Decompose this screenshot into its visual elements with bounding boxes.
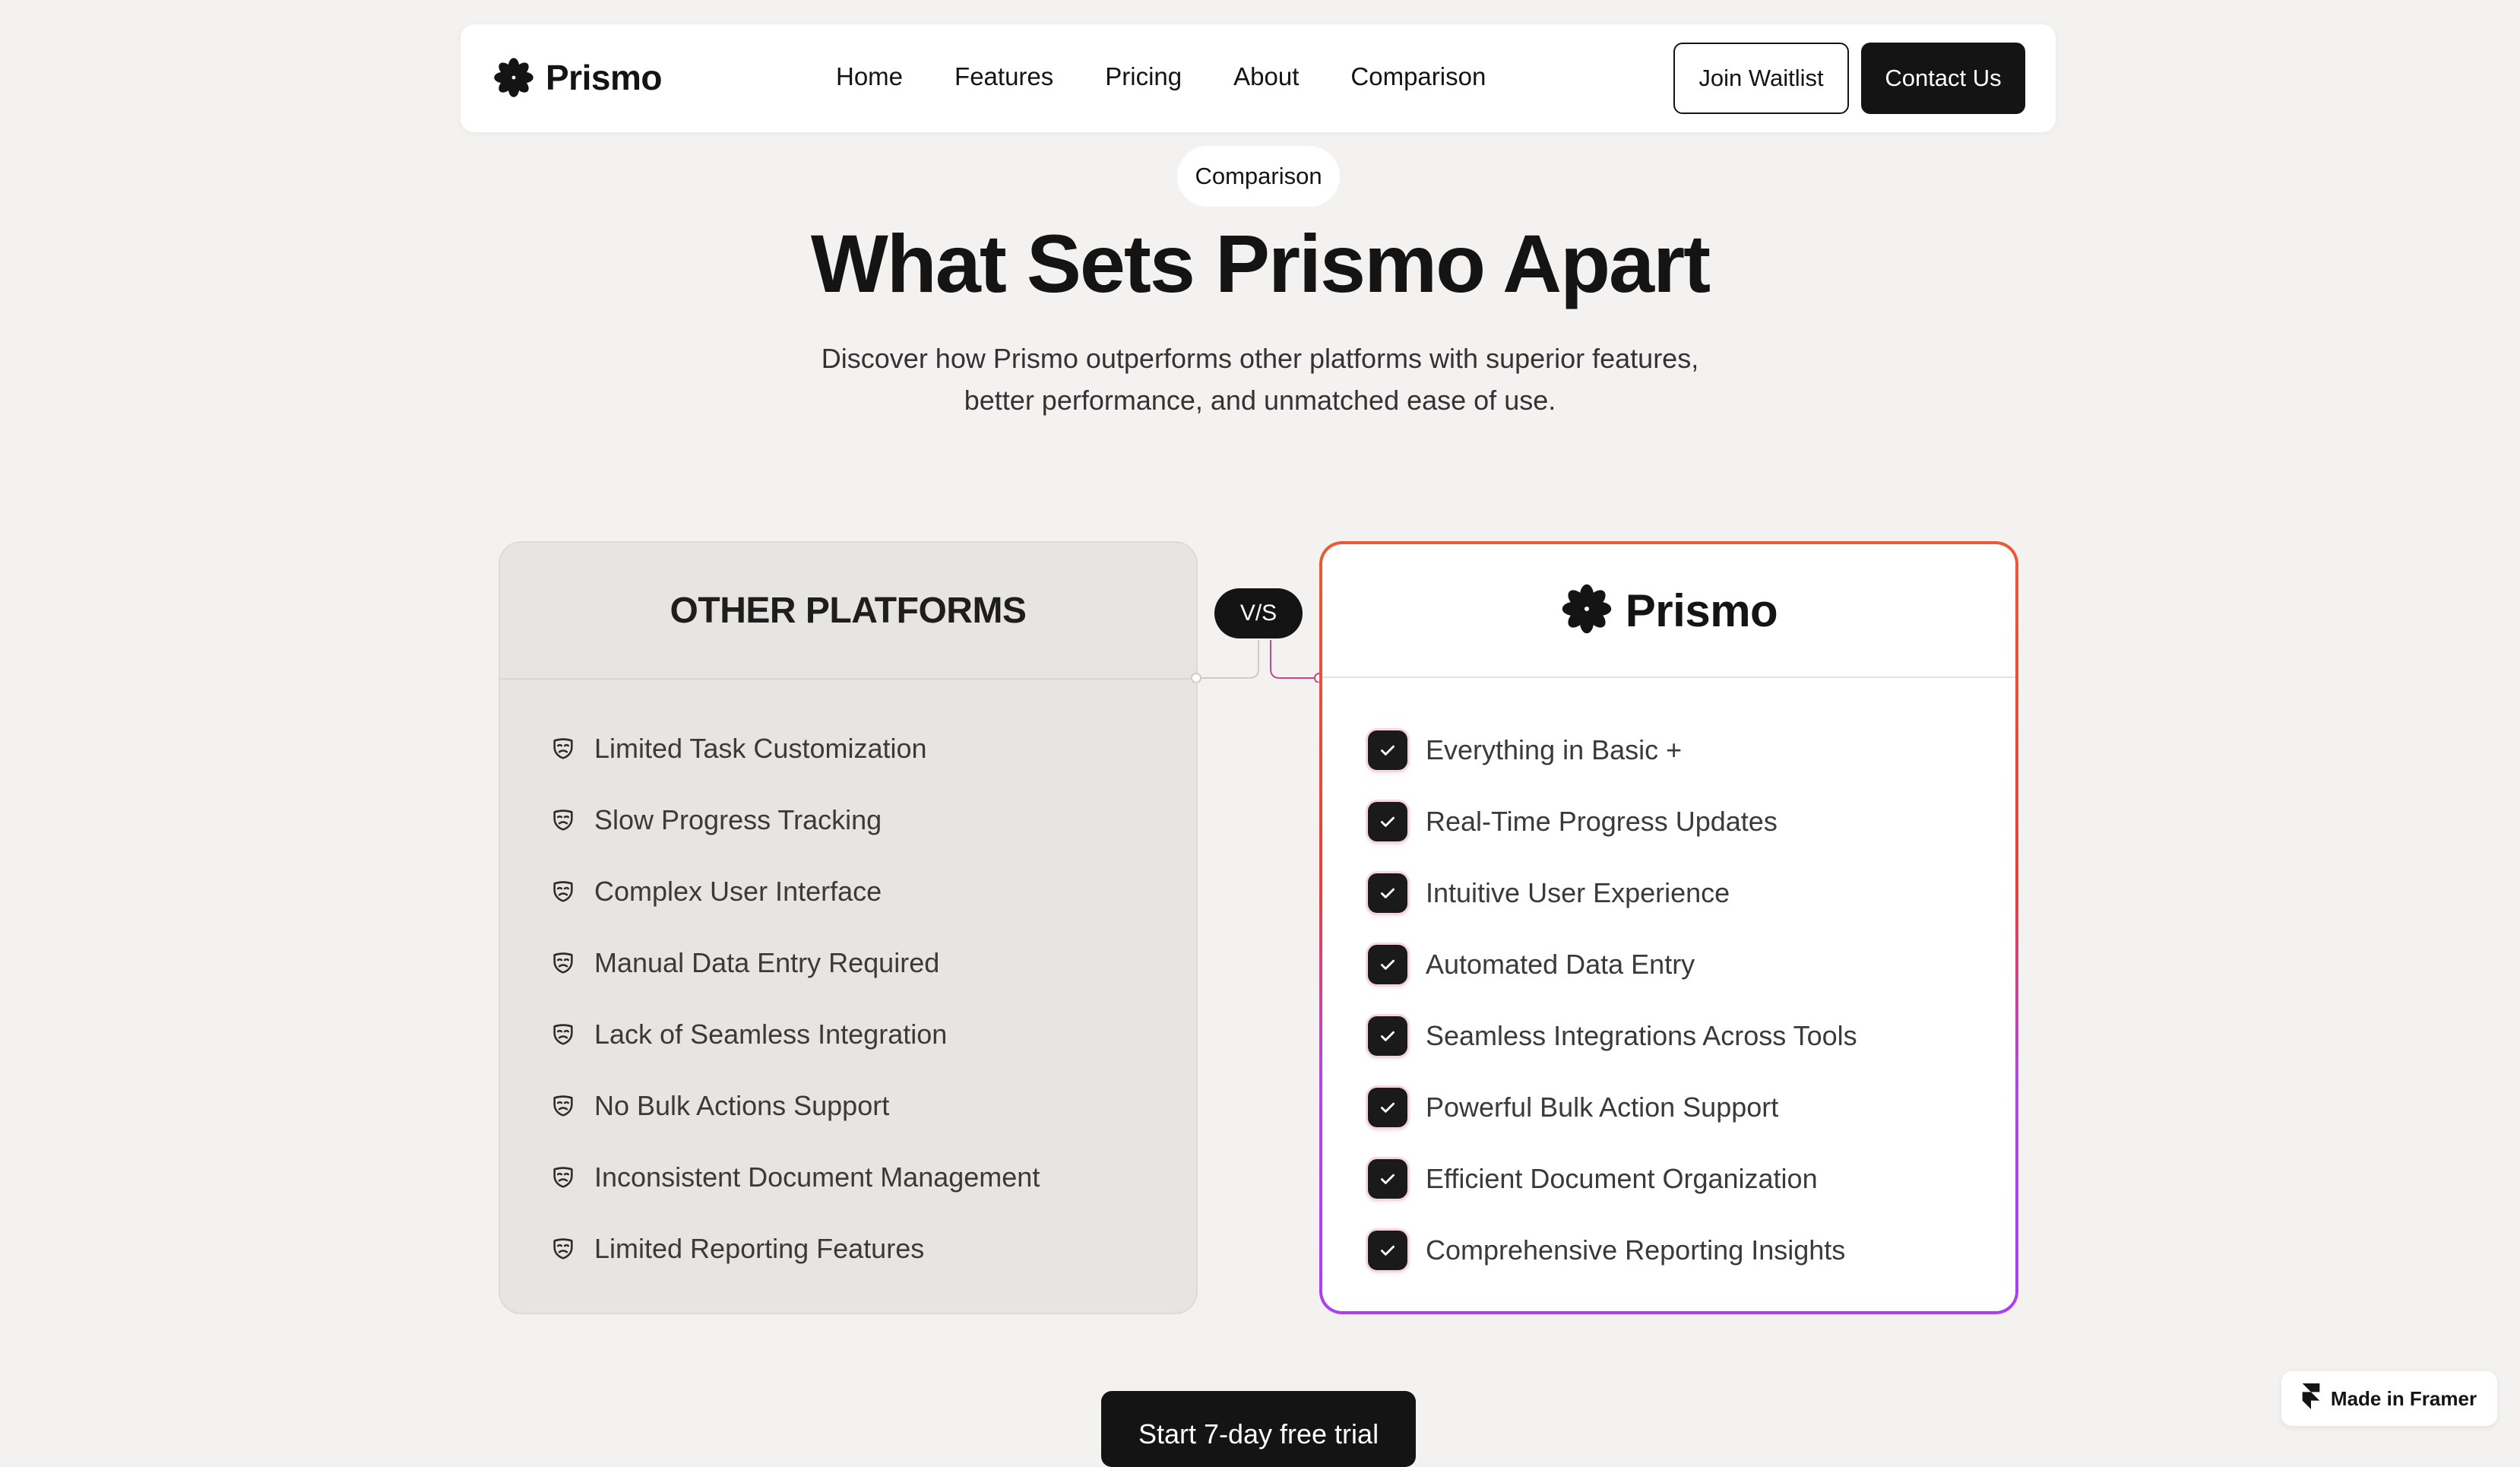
navbar: Prismo Home Features Pricing About Compa… [461, 24, 2056, 132]
prismo-feature-text: Efficient Document Organization [1426, 1163, 1818, 1194]
contact-us-button[interactable]: Contact Us [1861, 43, 2025, 114]
section-tag: Comparison [1177, 146, 1340, 207]
mask-icon [550, 879, 576, 905]
prismo-feature-text: Automated Data Entry [1426, 949, 1695, 980]
other-platforms-list: Limited Task Customization Slow Progress… [500, 713, 1196, 1285]
mask-icon [550, 736, 576, 762]
list-item: Comprehensive Reporting Insights [1368, 1215, 2061, 1286]
check-icon [1368, 1159, 1407, 1199]
nav-link-comparison[interactable]: Comparison [1350, 62, 1486, 91]
list-item: Lack of Seamless Integration [550, 999, 1246, 1070]
start-free-trial-button[interactable]: Start 7-day free trial [1101, 1391, 1416, 1467]
prismo-feature-list: Everything in Basic + Real-Time Progress… [1322, 714, 2015, 1286]
prismo-card-header: Prismo [1322, 544, 2015, 678]
list-item: Limited Task Customization [550, 713, 1246, 784]
list-item: Limited Reporting Features [550, 1213, 1246, 1285]
prismo-feature-text: Seamless Integrations Across Tools [1426, 1020, 1857, 1051]
nav-link-pricing[interactable]: Pricing [1105, 62, 1182, 91]
list-item: Seamless Integrations Across Tools [1368, 1000, 2061, 1072]
other-feature-text: Limited Reporting Features [594, 1233, 925, 1264]
check-icon [1368, 873, 1407, 913]
mask-icon [550, 807, 576, 833]
nav-link-home[interactable]: Home [836, 62, 903, 91]
subtitle-line-2: better performance, and unmatched ease o… [964, 385, 1556, 416]
other-feature-text: Slow Progress Tracking [594, 804, 882, 835]
other-platforms-card: OTHER PLATFORMS Limited Task Customizati… [499, 541, 1198, 1314]
flower-logo-icon [1560, 582, 1613, 639]
vs-badge: V/S [1214, 588, 1303, 638]
check-icon [1368, 1016, 1407, 1056]
other-platforms-title: OTHER PLATFORMS [500, 543, 1196, 680]
mask-icon [550, 1236, 576, 1262]
nav-links: Home Features Pricing About Comparison [836, 62, 1486, 91]
other-feature-text: Manual Data Entry Required [594, 947, 940, 978]
nav-link-features[interactable]: Features [954, 62, 1053, 91]
list-item: Automated Data Entry [1368, 929, 2061, 1000]
prismo-feature-text: Intuitive User Experience [1426, 877, 1730, 908]
other-feature-text: No Bulk Actions Support [594, 1090, 890, 1121]
other-feature-text: Limited Task Customization [594, 733, 927, 764]
brand-name: Prismo [546, 58, 662, 97]
subtitle-line-1: Discover how Prismo outperforms other pl… [821, 343, 1699, 374]
mask-icon [550, 1164, 576, 1190]
prismo-card-body: Prismo Everything in Basic + Real-Time P… [1322, 544, 2015, 1311]
list-item: Powerful Bulk Action Support [1368, 1072, 2061, 1143]
check-icon [1368, 802, 1407, 841]
other-feature-text: Complex User Interface [594, 876, 882, 907]
mask-icon [550, 950, 576, 976]
prismo-feature-text: Powerful Bulk Action Support [1426, 1092, 1779, 1123]
made-in-framer-label: Made in Framer [2330, 1386, 2477, 1410]
list-item: Intuitive User Experience [1368, 857, 2061, 929]
check-icon [1368, 730, 1407, 770]
brand-logo[interactable]: Prismo [492, 56, 662, 99]
check-icon [1368, 1088, 1407, 1127]
prismo-feature-text: Real-Time Progress Updates [1426, 806, 1778, 837]
list-item: Complex User Interface [550, 856, 1246, 927]
nav-link-about[interactable]: About [1233, 62, 1299, 91]
join-waitlist-button[interactable]: Join Waitlist [1673, 43, 1849, 114]
list-item: Manual Data Entry Required [550, 927, 1246, 999]
vs-connector-lines [1191, 640, 1325, 683]
made-in-framer-badge[interactable]: Made in Framer [2281, 1371, 2497, 1426]
list-item: Efficient Document Organization [1368, 1143, 2061, 1215]
list-item: Everything in Basic + [1368, 714, 2061, 786]
page-title: What Sets Prismo Apart [810, 217, 1711, 309]
check-icon [1368, 945, 1407, 984]
mask-icon [550, 1093, 576, 1119]
mask-icon [550, 1022, 576, 1047]
list-item: Real-Time Progress Updates [1368, 786, 2061, 857]
check-icon [1368, 1231, 1407, 1270]
prismo-feature-text: Comprehensive Reporting Insights [1426, 1234, 1846, 1266]
framer-logo-icon [2302, 1383, 2320, 1415]
other-feature-text: Inconsistent Document Management [594, 1161, 1040, 1193]
list-item: No Bulk Actions Support [550, 1070, 1246, 1142]
list-item: Inconsistent Document Management [550, 1142, 1246, 1213]
page-subtitle: Discover how Prismo outperforms other pl… [804, 337, 1716, 421]
prismo-card-title: Prismo [1625, 585, 1778, 636]
prismo-card: Prismo Everything in Basic + Real-Time P… [1319, 541, 2018, 1314]
other-feature-text: Lack of Seamless Integration [594, 1019, 948, 1050]
prismo-feature-text: Everything in Basic + [1426, 734, 1683, 765]
list-item: Slow Progress Tracking [550, 784, 1246, 856]
flower-logo-icon [492, 56, 535, 99]
